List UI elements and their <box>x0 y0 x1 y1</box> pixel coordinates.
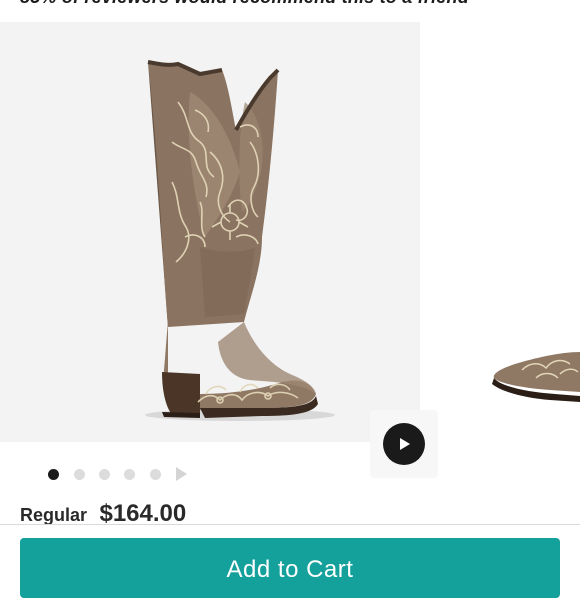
gallery-dot-2[interactable] <box>74 469 85 480</box>
gallery-dot-4[interactable] <box>124 469 135 480</box>
product-image-main[interactable] <box>0 22 420 442</box>
recommend-text: 85% of reviewers would recommend this to… <box>20 0 469 8</box>
video-button[interactable] <box>370 410 438 478</box>
gallery-dot-5[interactable] <box>150 469 161 480</box>
bottom-action-bar: Add to Cart <box>0 525 580 598</box>
gallery-dot-1[interactable] <box>48 469 59 480</box>
play-icon <box>383 423 425 465</box>
video-dot-play-icon[interactable] <box>174 466 188 487</box>
cowboy-boot-image-next <box>492 352 580 402</box>
add-to-cart-button[interactable]: Add to Cart <box>20 538 560 598</box>
gallery-dot-3[interactable] <box>99 469 110 480</box>
product-image-next[interactable] <box>440 22 580 442</box>
price-label: Regular <box>20 505 88 525</box>
cowboy-boot-image <box>145 60 335 421</box>
price-value: $164.00 <box>99 500 187 527</box>
